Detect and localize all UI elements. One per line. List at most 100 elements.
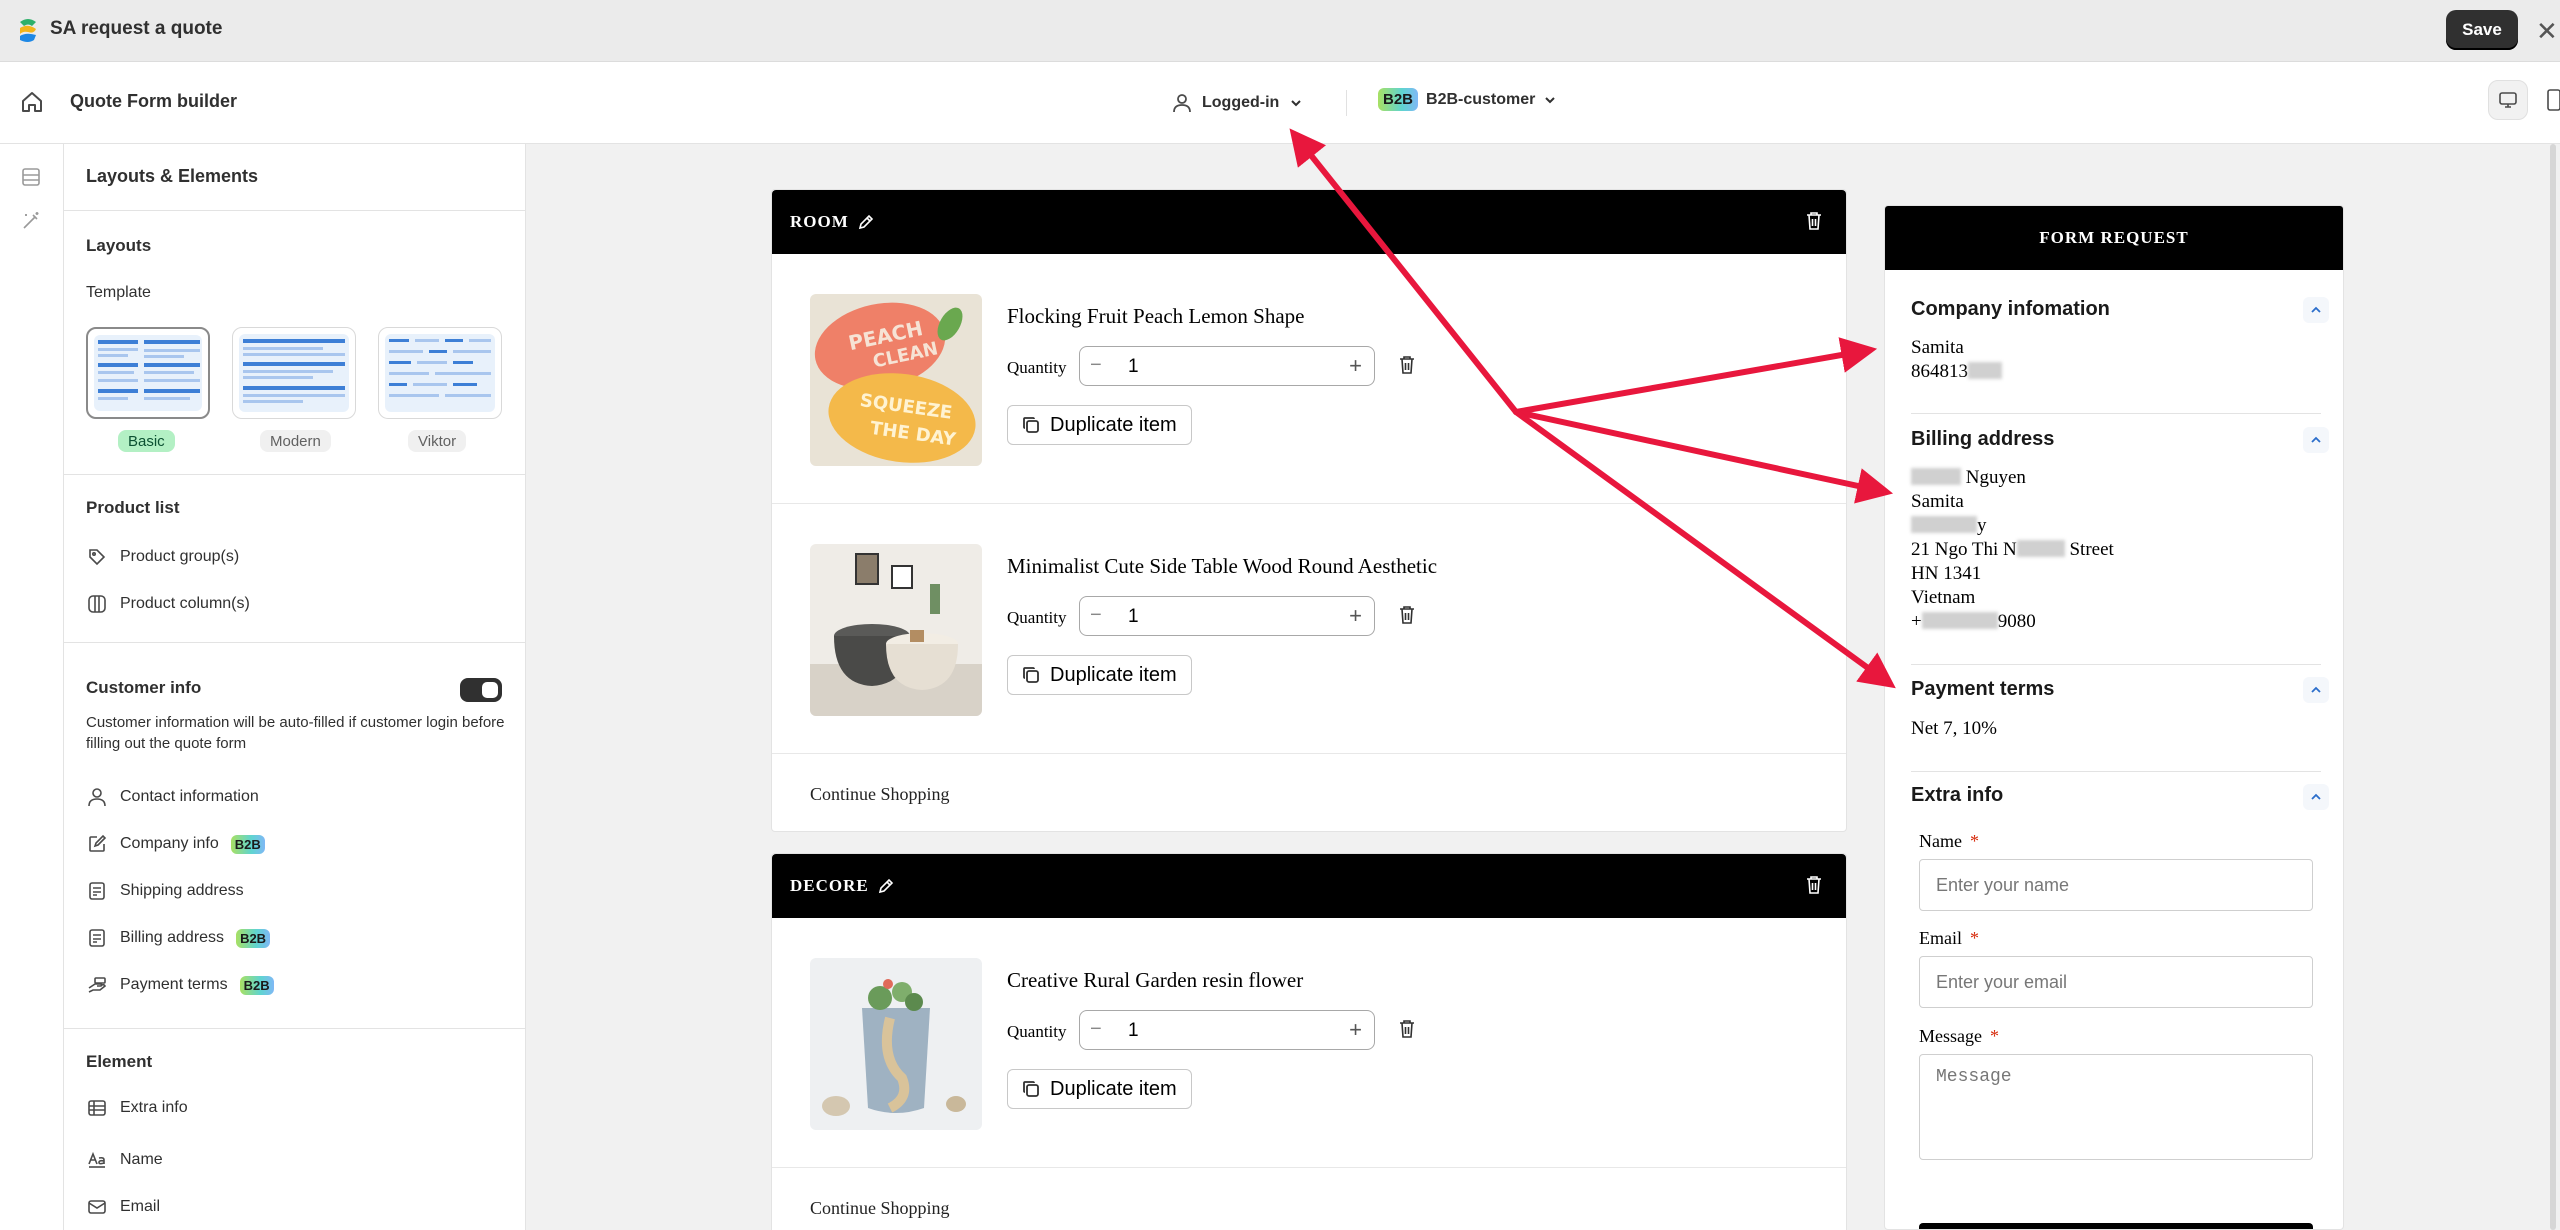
billing-phone-start: + — [1911, 611, 1922, 632]
section-name-text: ROOM — [790, 212, 849, 231]
sidebar-item-contact-information[interactable]: Contact information — [86, 784, 259, 810]
plus-icon[interactable]: + — [1349, 1017, 1362, 1043]
chevron-down-icon — [1291, 100, 1302, 107]
desktop-view-button[interactable] — [2488, 80, 2528, 120]
message-textarea[interactable]: Message — [1919, 1054, 2313, 1160]
sidebar-item-extra-info[interactable]: Extra info — [86, 1095, 188, 1121]
sidebar-item-label: Extra info — [120, 1099, 188, 1116]
customer-info-description: Customer information will be auto-filled… — [86, 714, 505, 752]
template-basic-preview — [94, 335, 202, 411]
name-field-label: Name * — [1919, 831, 1979, 852]
continue-shopping-link[interactable]: Continue Shopping — [810, 1198, 950, 1219]
home-icon[interactable] — [20, 90, 44, 114]
sidebar-item-email[interactable]: Email — [86, 1194, 160, 1220]
sidebar-item-shipping-address[interactable]: Shipping address — [86, 878, 244, 904]
template-modern[interactable] — [232, 327, 356, 419]
product-row: Creative Rural Garden resin flower Quant… — [772, 918, 1846, 1168]
sections-icon[interactable] — [20, 166, 42, 188]
builder-toolbar: Quote Form builder Logged-in B2B B2B-cus… — [0, 62, 2560, 144]
quantity-stepper[interactable]: − 1 + — [1079, 1010, 1375, 1050]
email-input[interactable]: Enter your email — [1919, 956, 2313, 1008]
section-name[interactable]: DECORE — [790, 876, 895, 896]
login-state-label: Logged-in — [1202, 94, 1280, 111]
mobile-view-button[interactable] — [2534, 80, 2560, 120]
quantity-value[interactable]: 1 — [1128, 1020, 1139, 1042]
minus-icon[interactable]: − — [1090, 354, 1102, 377]
quantity-label: Quantity — [1007, 608, 1067, 627]
redacted-text — [1921, 612, 1998, 629]
product-row: Minimalist Cute Side Table Wood Round Ae… — [772, 504, 1846, 754]
b2b-badge: B2B — [230, 834, 265, 854]
b2b-badge: B2B — [1378, 88, 1419, 111]
chevron-up-icon[interactable] — [2303, 677, 2329, 703]
template-basic[interactable] — [86, 327, 210, 419]
section-name[interactable]: ROOM — [790, 212, 875, 232]
quantity-value[interactable]: 1 — [1128, 356, 1139, 378]
magic-wand-icon[interactable] — [20, 210, 42, 232]
sidebar-item-product-columns[interactable]: Product column(s) — [86, 591, 250, 617]
duplicate-item-button[interactable]: Duplicate item — [1007, 655, 1192, 695]
plus-icon[interactable]: + — [1349, 603, 1362, 629]
trash-icon[interactable] — [1397, 604, 1417, 626]
customer-info-toggle[interactable] — [460, 678, 502, 702]
quantity-label: Quantity — [1007, 1022, 1067, 1041]
continue-shopping-link[interactable]: Continue Shopping — [810, 784, 950, 805]
email-label-text: Email — [1919, 928, 1962, 948]
customer-type-dropdown[interactable]: B2B B2B-customer — [1378, 88, 1557, 111]
sidebar-item-payment-terms[interactable]: Payment terms B2B — [86, 972, 274, 998]
name-placeholder: Enter your name — [1936, 874, 2070, 895]
sidebar-item-billing-address[interactable]: Billing address B2B — [86, 925, 271, 951]
duplicate-item-button[interactable]: Duplicate item — [1007, 1069, 1192, 1109]
columns-icon — [86, 593, 108, 615]
page-title: Quote Form builder — [70, 91, 238, 111]
scrollbar[interactable] — [2550, 144, 2556, 1230]
name-label-text: Name — [1919, 831, 1962, 851]
billing-street-end: Street — [2069, 539, 2114, 560]
pencil-icon[interactable] — [857, 213, 875, 231]
quantity-label: Quantity — [1007, 358, 1067, 377]
sidebar-item-name[interactable]: Name — [86, 1147, 163, 1173]
quantity-stepper[interactable]: − 1 + — [1079, 346, 1375, 386]
trash-icon[interactable] — [1804, 210, 1824, 232]
duplicate-item-button[interactable]: Duplicate item — [1007, 405, 1192, 445]
chevron-up-icon[interactable] — [2303, 784, 2329, 810]
submit-button[interactable] — [1919, 1223, 2313, 1229]
extra-info-title: Extra info — [1911, 784, 2004, 806]
sidebar-item-label: Email — [120, 1198, 161, 1215]
trash-icon[interactable] — [1397, 1018, 1417, 1040]
template-viktor[interactable] — [378, 327, 502, 419]
trash-icon[interactable] — [1397, 354, 1417, 376]
form-header: FORM REQUEST — [1885, 206, 2343, 270]
minus-icon[interactable]: − — [1090, 1018, 1102, 1041]
company-id-text: 864813 — [1911, 361, 1968, 382]
sidebar-item-company-info[interactable]: Company info B2B — [86, 831, 265, 857]
payment-terms-value: Net 7, 10% — [1911, 718, 1998, 739]
message-field-label: Message * — [1919, 1026, 1999, 1047]
company-id: 864813 — [1911, 360, 2002, 384]
email-placeholder: Enter your email — [1936, 971, 2068, 992]
chevron-up-icon[interactable] — [2303, 297, 2329, 323]
name-input[interactable]: Enter your name — [1919, 859, 2313, 911]
company-info-title: Company infomation — [1911, 298, 2110, 320]
template-basic-label: Basic — [118, 430, 175, 452]
receipt-icon — [86, 880, 108, 902]
login-state-dropdown[interactable]: Logged-in — [1172, 89, 1303, 117]
quantity-value[interactable]: 1 — [1128, 606, 1139, 628]
plus-icon[interactable]: + — [1349, 353, 1362, 379]
template-thumbnail-icon — [243, 339, 345, 403]
billing-city: y — [1911, 514, 1987, 538]
required-mark: * — [1970, 928, 1979, 948]
minus-icon[interactable]: − — [1090, 604, 1102, 627]
trash-icon[interactable] — [1804, 874, 1824, 896]
save-button[interactable]: Save — [2446, 10, 2518, 50]
pencil-icon[interactable] — [877, 877, 895, 895]
sidebar-heading: Layouts & Elements — [86, 166, 259, 186]
quantity-stepper[interactable]: − 1 + — [1079, 596, 1375, 636]
template-viktor-label: Viktor — [408, 430, 467, 452]
billing-country: Vietnam — [1911, 587, 1976, 608]
sidebar-item-product-groups[interactable]: Product group(s) — [86, 544, 239, 570]
close-icon[interactable]: ✕ — [2536, 16, 2558, 47]
chevron-up-icon[interactable] — [2303, 427, 2329, 453]
billing-name-text: Nguyen — [1965, 467, 2026, 488]
billing-address-title: Billing address — [1911, 428, 2055, 450]
